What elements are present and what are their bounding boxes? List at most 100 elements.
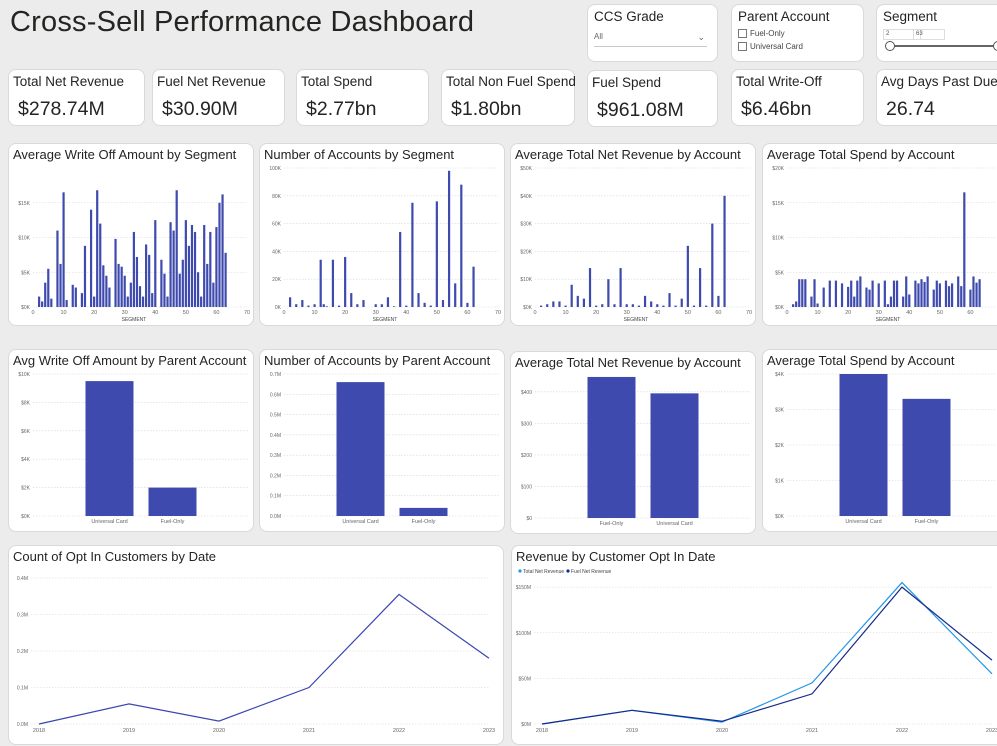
bar <box>643 295 647 307</box>
segment-slider-handle-max[interactable] <box>993 41 997 51</box>
chart-svg: $0M $50M $100M $150M 2018 2019 2020 2021 2022 202… <box>516 569 997 734</box>
checkbox-universal-card[interactable]: Universal Card <box>738 42 803 51</box>
kpi-card-total-spend: Total Spend $2.77bn <box>296 69 429 126</box>
bar <box>692 305 696 307</box>
bar <box>117 263 120 307</box>
checkbox-fuel-only[interactable]: Fuel-Only <box>738 29 785 38</box>
parent-account-title: Parent Account <box>738 9 830 24</box>
bar <box>957 276 960 307</box>
chart-svg: $0K $5K $10K $15K 0 10 20 30 40 50 60 70 SEGMENT <box>18 190 250 323</box>
y-tick-label: $4K <box>775 372 785 378</box>
bar <box>184 220 187 307</box>
y-tick-label: $400 <box>521 390 532 396</box>
bar <box>564 305 567 307</box>
chart-card-net-revenue-by-segment: Average Total Net Revenue by Account $0K… <box>510 143 756 326</box>
bar <box>331 259 335 307</box>
bar <box>792 304 795 307</box>
bar <box>132 231 135 307</box>
checkbox-label: Fuel-Only <box>750 29 785 38</box>
bar <box>914 280 917 307</box>
bar <box>38 296 41 307</box>
checkbox-label: Universal Card <box>750 42 803 51</box>
x-tick-label: 70 <box>495 310 501 316</box>
bar <box>126 296 129 307</box>
chart-card-spend-by-parent: Average Total Spend by Account $0K $1K $2K… <box>762 349 997 532</box>
x-tick-label: 60 <box>213 310 219 316</box>
bar <box>47 268 50 307</box>
bar <box>50 298 53 307</box>
bar <box>947 286 951 307</box>
bar <box>336 382 385 516</box>
bar <box>466 302 469 307</box>
x-tick-label: 10 <box>312 310 318 316</box>
y-tick-label: 80K <box>272 194 282 200</box>
bar <box>85 381 134 516</box>
bar <box>166 296 169 307</box>
bar <box>656 304 659 307</box>
y-tick-label: $50K <box>520 166 532 172</box>
bar <box>662 305 665 307</box>
bar <box>680 298 683 307</box>
bar <box>148 487 197 516</box>
legend-label: Total Net Revenue <box>523 569 564 575</box>
bar <box>871 280 874 307</box>
bar <box>877 283 880 307</box>
y-tick-label: $0M <box>521 722 531 728</box>
bar <box>834 280 838 307</box>
x-tick-label: 60 <box>715 310 721 316</box>
bar <box>141 296 145 307</box>
x-tick-label: Universal Card <box>845 519 881 525</box>
bar <box>637 305 641 307</box>
checkbox-icon <box>738 42 747 51</box>
ccs-grade-dropdown[interactable]: All ⌄ <box>594 28 707 47</box>
bar <box>540 305 543 307</box>
series-line <box>541 581 993 725</box>
bar <box>386 297 390 307</box>
x-tick-label: 2019 <box>626 728 638 734</box>
x-tick-label: 30 <box>122 310 128 316</box>
bar <box>108 287 111 307</box>
bar <box>883 280 886 307</box>
bar <box>65 300 68 307</box>
y-tick-label: $10K <box>18 372 30 378</box>
y-tick-label: 0.0M <box>17 722 28 728</box>
y-tick-label: 100K <box>269 166 281 172</box>
bar <box>99 223 102 307</box>
bar <box>289 297 292 307</box>
bar <box>686 245 689 307</box>
x-tick-label: 40 <box>654 310 660 316</box>
y-tick-label: 0K <box>275 305 282 311</box>
segment-max-input[interactable]: 63 <box>913 29 945 40</box>
bar <box>322 304 325 307</box>
y-tick-label: 60K <box>272 222 282 228</box>
x-tick-label: 60 <box>967 310 973 316</box>
bar <box>80 293 84 307</box>
bar <box>83 245 87 307</box>
kpi-label: Total Non Fuel Spend <box>446 74 576 89</box>
ccs-grade-slicer[interactable]: CCS Grade All ⌄ <box>587 4 718 62</box>
bar <box>558 301 561 307</box>
chart-svg: 0K 20K 40K 60K 80K 100K 0 10 20 30 40 50 60 70 SEGMENT <box>269 166 501 323</box>
bar <box>698 268 702 307</box>
y-tick-label: $10K <box>18 236 30 242</box>
bar <box>169 222 172 307</box>
chart-card-spend-by-segment: Average Total Spend by Account $0K $5K $10… <box>762 143 997 326</box>
bar <box>74 287 77 307</box>
series-line <box>38 593 490 725</box>
x-tick-label: 20 <box>91 310 97 316</box>
bar <box>399 231 402 307</box>
bar <box>972 276 975 307</box>
y-tick-label: $4K <box>21 457 31 463</box>
segment-slider-handle-min[interactable] <box>885 41 895 51</box>
x-tick-label: Fuel-Only <box>412 519 436 525</box>
bar <box>582 298 586 307</box>
bar <box>546 304 549 307</box>
bar <box>963 192 966 307</box>
chart-card-opt-in-count-by-date: Count of Opt In Customers by Date 0.0M 0.… <box>8 545 504 745</box>
bar <box>405 305 408 307</box>
bar <box>145 244 148 307</box>
segment-slider-track[interactable] <box>889 45 997 47</box>
y-tick-label: 0.0M <box>270 514 281 520</box>
x-tick-label: 70 <box>244 310 250 316</box>
bar <box>932 289 935 307</box>
